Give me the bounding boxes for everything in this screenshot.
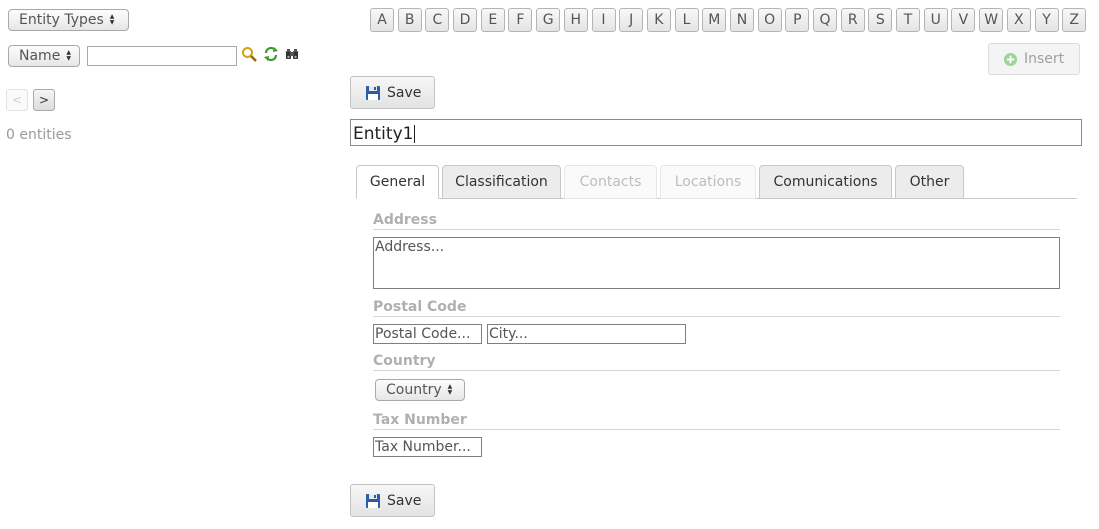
letter-button-p[interactable]: P bbox=[785, 8, 810, 32]
letter-button-g[interactable]: G bbox=[536, 8, 561, 32]
tab-classification[interactable]: Classification bbox=[442, 165, 561, 199]
alphabet-filter: ABCDEFGHIJKLMNOPQRSTUVWXYZ bbox=[370, 8, 1090, 32]
letter-button-a[interactable]: A bbox=[370, 8, 394, 32]
save-button-bottom[interactable]: Save bbox=[350, 484, 435, 517]
letter-button-k[interactable]: K bbox=[646, 8, 671, 32]
postal-code-input[interactable]: Postal Code... bbox=[373, 324, 482, 344]
floppy-disk-icon bbox=[366, 493, 380, 508]
prev-page-button[interactable]: < bbox=[6, 89, 28, 111]
letter-button-i[interactable]: I bbox=[591, 8, 616, 32]
entity-name-value: Entity1 bbox=[353, 123, 414, 144]
letter-button-f[interactable]: F bbox=[508, 8, 533, 32]
tab-locations[interactable]: Locations bbox=[660, 165, 756, 199]
letter-button-n[interactable]: N bbox=[729, 8, 754, 32]
letter-button-t[interactable]: T bbox=[896, 8, 921, 32]
letter-button-b[interactable]: B bbox=[397, 8, 422, 32]
letter-button-r[interactable]: R bbox=[840, 8, 865, 32]
tab-contacts[interactable]: Contacts bbox=[564, 165, 657, 199]
save-button-label: Save bbox=[387, 492, 422, 509]
tax-number-placeholder: Tax Number... bbox=[375, 439, 471, 455]
letter-button-v[interactable]: V bbox=[951, 8, 976, 32]
tax-number-input[interactable]: Tax Number... bbox=[373, 437, 482, 457]
letter-button-d[interactable]: D bbox=[453, 8, 478, 32]
letter-button-x[interactable]: X bbox=[1006, 8, 1031, 32]
address-placeholder: Address... bbox=[375, 239, 445, 255]
search-icon[interactable] bbox=[241, 46, 257, 62]
postal-code-label: Postal Code bbox=[373, 299, 1060, 317]
entity-types-select-value: Entity Types bbox=[19, 12, 104, 28]
text-caret bbox=[414, 124, 416, 143]
select-arrows-icon: ▲ ▼ bbox=[447, 383, 453, 396]
letter-button-y[interactable]: Y bbox=[1034, 8, 1059, 32]
address-label: Address bbox=[373, 212, 1060, 230]
add-icon bbox=[1003, 52, 1018, 66]
tab-other[interactable]: Other bbox=[895, 165, 964, 199]
search-input[interactable] bbox=[87, 46, 237, 66]
select-arrows-icon: ▲ ▼ bbox=[109, 13, 115, 26]
postal-code-placeholder: Postal Code... bbox=[375, 326, 471, 342]
letter-button-s[interactable]: S bbox=[868, 8, 893, 32]
letter-button-q[interactable]: Q bbox=[813, 8, 837, 32]
address-textarea[interactable]: Address... bbox=[373, 237, 1060, 289]
letter-button-m[interactable]: M bbox=[702, 8, 727, 32]
tab-general[interactable]: General bbox=[356, 165, 439, 199]
letter-button-h[interactable]: H bbox=[563, 8, 588, 32]
letter-button-w[interactable]: W bbox=[979, 8, 1004, 32]
country-select[interactable]: Country ▲ ▼ bbox=[375, 379, 465, 401]
save-button-label: Save bbox=[387, 84, 422, 101]
save-button-top[interactable]: Save bbox=[350, 76, 435, 109]
letter-button-j[interactable]: J bbox=[619, 8, 644, 32]
select-arrows-icon: ▲ ▼ bbox=[66, 49, 71, 62]
binoculars-icon[interactable] bbox=[284, 46, 300, 62]
refresh-icon[interactable] bbox=[263, 46, 279, 62]
city-input[interactable]: City... bbox=[487, 324, 686, 344]
entities-count: 0 entities bbox=[6, 127, 72, 143]
tax-number-label: Tax Number bbox=[373, 412, 1060, 430]
letter-button-o[interactable]: O bbox=[757, 8, 782, 32]
tab-comunications[interactable]: Comunications bbox=[759, 165, 892, 199]
entity-types-select[interactable]: Entity Types ▲ ▼ bbox=[8, 9, 129, 31]
letter-button-c[interactable]: C bbox=[425, 8, 450, 32]
insert-button-label: Insert bbox=[1024, 51, 1065, 67]
next-page-button[interactable]: > bbox=[33, 89, 55, 111]
floppy-disk-icon bbox=[366, 85, 380, 100]
country-label: Country bbox=[373, 353, 1060, 371]
letter-button-l[interactable]: L bbox=[674, 8, 699, 32]
letter-button-e[interactable]: E bbox=[480, 8, 505, 32]
insert-button[interactable]: Insert bbox=[988, 43, 1080, 75]
letter-button-z[interactable]: Z bbox=[1062, 8, 1087, 32]
field-select-value: Name bbox=[19, 48, 61, 64]
letter-button-u[interactable]: U bbox=[923, 8, 948, 32]
country-select-value: Country bbox=[386, 382, 442, 398]
entity-name-input[interactable]: Entity1 bbox=[350, 119, 1082, 146]
field-select[interactable]: Name ▲ ▼ bbox=[8, 45, 80, 67]
city-placeholder: City... bbox=[489, 326, 528, 342]
